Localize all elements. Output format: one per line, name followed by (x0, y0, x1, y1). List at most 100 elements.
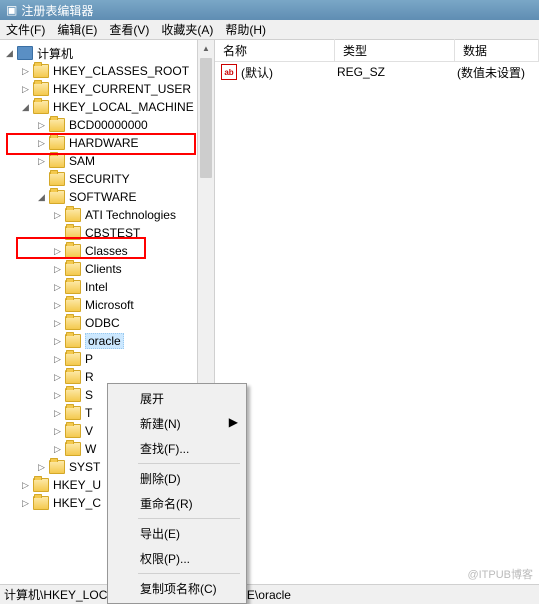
column-headers: 名称 类型 数据 (215, 40, 539, 62)
folder-icon (65, 262, 81, 276)
status-bar: 计算机\HKEY_LOCAL_MACHINE\SOFTWARE\oracle (0, 584, 539, 604)
expander-icon[interactable]: ▷ (52, 210, 63, 221)
menu-file[interactable]: 文件(F) (6, 21, 45, 38)
menu-new[interactable]: 新建(N)▶ (110, 411, 244, 436)
folder-icon (49, 118, 65, 132)
menu-copykey[interactable]: 复制项名称(C) (110, 576, 244, 601)
folder-icon (65, 424, 81, 438)
col-type[interactable]: 类型 (335, 39, 455, 62)
folder-icon (33, 82, 49, 96)
folder-icon (65, 370, 81, 384)
submenu-arrow-icon: ▶ (229, 415, 238, 429)
expander-icon[interactable]: ▷ (20, 84, 31, 95)
tree-item[interactable]: ▷P (0, 350, 197, 368)
expander-icon[interactable]: ▷ (36, 138, 47, 149)
expander-icon[interactable]: ▷ (36, 156, 47, 167)
scroll-thumb[interactable] (200, 58, 212, 178)
expander-icon (52, 228, 63, 239)
watermark: @ITPUB博客 (467, 566, 533, 582)
folder-icon (65, 208, 81, 222)
tree-cbstest[interactable]: CBSTEST (0, 224, 197, 242)
tree-odbc[interactable]: ▷ODBC (0, 314, 197, 332)
expander-icon[interactable]: ▷ (52, 408, 63, 419)
menu-find[interactable]: 查找(F)... (110, 436, 244, 461)
tree-oracle[interactable]: ▷oracle (0, 332, 197, 350)
tree-hardware[interactable]: ▷HARDWARE (0, 134, 197, 152)
expander-icon[interactable]: ▷ (52, 282, 63, 293)
string-value-icon: ab (221, 64, 237, 80)
title-bar: ▣ 注册表编辑器 (0, 0, 539, 20)
expander-icon[interactable]: ▷ (52, 390, 63, 401)
menu-delete[interactable]: 删除(D) (110, 466, 244, 491)
folder-icon (65, 334, 81, 348)
tree-bcd[interactable]: ▷BCD00000000 (0, 116, 197, 134)
tree-sam[interactable]: ▷SAM (0, 152, 197, 170)
menu-separator (138, 463, 240, 464)
expander-icon[interactable]: ▷ (52, 336, 63, 347)
menu-permissions[interactable]: 权限(P)... (110, 546, 244, 571)
folder-icon (65, 442, 81, 456)
menu-rename[interactable]: 重命名(R) (110, 491, 244, 516)
expander-icon[interactable]: ▷ (52, 444, 63, 455)
tree-hkcr[interactable]: ▷HKEY_CLASSES_ROOT (0, 62, 197, 80)
menu-expand[interactable]: 展开 (110, 386, 244, 411)
expander-icon[interactable]: ▷ (52, 426, 63, 437)
folder-icon (65, 226, 81, 240)
scroll-up-icon[interactable]: ▲ (198, 40, 214, 57)
tree-microsoft[interactable]: ▷Microsoft (0, 296, 197, 314)
expander-icon[interactable]: ▷ (52, 318, 63, 329)
expander-icon (36, 174, 47, 185)
tree-security[interactable]: SECURITY (0, 170, 197, 188)
value-data: (数值未设置) (457, 64, 539, 81)
folder-icon (33, 496, 49, 510)
menu-separator (138, 518, 240, 519)
tree-hklm[interactable]: ◢HKEY_LOCAL_MACHINE (0, 98, 197, 116)
expander-icon[interactable]: ▷ (52, 264, 63, 275)
expander-icon[interactable]: ▷ (52, 354, 63, 365)
window-title: 注册表编辑器 (21, 2, 93, 19)
expander-icon[interactable]: ▷ (52, 300, 63, 311)
menu-help[interactable]: 帮助(H) (225, 21, 266, 38)
menu-separator (138, 573, 240, 574)
value-type: REG_SZ (337, 65, 457, 79)
menu-favorites[interactable]: 收藏夹(A) (161, 21, 213, 38)
values-panel: 名称 类型 数据 ab (默认) REG_SZ (数值未设置) (215, 40, 539, 584)
expander-icon[interactable]: ◢ (36, 192, 47, 203)
expander-icon[interactable]: ▷ (36, 462, 47, 473)
menu-export[interactable]: 导出(E) (110, 521, 244, 546)
folder-icon (65, 352, 81, 366)
folder-icon (33, 100, 49, 114)
folder-icon (49, 154, 65, 168)
tree-intel[interactable]: ▷Intel (0, 278, 197, 296)
col-data[interactable]: 数据 (455, 39, 539, 62)
folder-icon (33, 478, 49, 492)
content-area: ◢计算机 ▷HKEY_CLASSES_ROOT ▷HKEY_CURRENT_US… (0, 40, 539, 584)
folder-icon (65, 316, 81, 330)
menu-edit[interactable]: 编辑(E) (57, 21, 97, 38)
tree-clients[interactable]: ▷Clients (0, 260, 197, 278)
expander-icon[interactable]: ▷ (20, 480, 31, 491)
expander-icon[interactable]: ◢ (20, 102, 31, 113)
expander-icon[interactable]: ▷ (20, 498, 31, 509)
expander-icon[interactable]: ▷ (52, 372, 63, 383)
folder-icon (65, 298, 81, 312)
col-name[interactable]: 名称 (215, 39, 335, 62)
menu-view[interactable]: 查看(V) (109, 21, 149, 38)
folder-icon (65, 406, 81, 420)
folder-icon (49, 172, 65, 186)
value-row[interactable]: ab (默认) REG_SZ (数值未设置) (215, 62, 539, 82)
computer-icon (17, 46, 33, 60)
tree-hkcu[interactable]: ▷HKEY_CURRENT_USER (0, 80, 197, 98)
app-icon: ▣ (6, 3, 17, 17)
expander-icon[interactable]: ▷ (36, 120, 47, 131)
tree-classes[interactable]: ▷Classes (0, 242, 197, 260)
tree-software[interactable]: ◢SOFTWARE (0, 188, 197, 206)
tree-ati[interactable]: ▷ATI Technologies (0, 206, 197, 224)
folder-icon (49, 460, 65, 474)
tree-root[interactable]: ◢计算机 (0, 44, 197, 62)
expander-icon[interactable]: ▷ (20, 66, 31, 77)
expander-icon[interactable]: ▷ (52, 246, 63, 257)
folder-icon (49, 190, 65, 204)
expander-icon[interactable]: ◢ (4, 48, 15, 59)
folder-icon (65, 280, 81, 294)
